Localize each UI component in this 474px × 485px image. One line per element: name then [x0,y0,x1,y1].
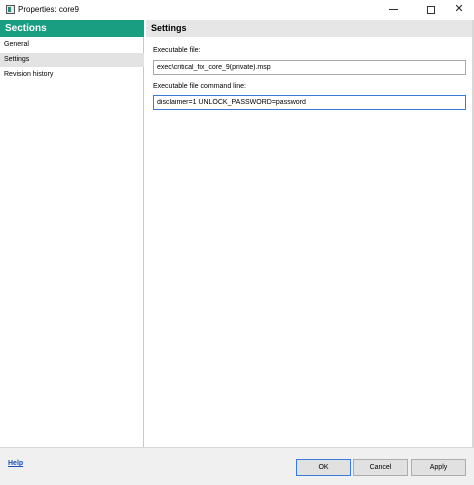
command-line-label: Executable file command line: [153,83,246,90]
sections-list: General Settings Revision history [0,37,144,447]
settings-header: Settings [146,20,474,37]
close-button[interactable]: ✕ [444,0,474,19]
maximize-icon [427,5,435,14]
properties-window: Properties: core9 ✕ Sections General Set… [0,0,474,485]
settings-panel: Executable file: Executable file command… [146,37,474,447]
properties-window-icon [6,5,15,14]
sidebar-item-revision-history[interactable]: Revision history [0,68,144,82]
apply-button[interactable]: Apply [411,459,466,476]
window-title: Properties: core9 [18,5,79,14]
executable-file-label: Executable file: [153,47,201,54]
minimize-button[interactable] [378,0,408,19]
help-link[interactable]: Help [8,460,23,467]
close-icon: ✕ [454,3,464,15]
executable-file-input[interactable] [153,60,466,75]
minimize-icon [388,9,398,10]
ok-button[interactable]: OK [296,459,351,476]
dialog-footer: Help OK Cancel Apply [0,447,474,485]
title-bar[interactable]: Properties: core9 ✕ [0,0,474,19]
sidebar-item-settings[interactable]: Settings [0,53,144,67]
sections-header: Sections [0,20,144,37]
command-line-input[interactable] [153,95,466,110]
cancel-button[interactable]: Cancel [353,459,408,476]
maximize-button[interactable] [416,0,446,19]
sidebar-item-general[interactable]: General [0,38,144,52]
